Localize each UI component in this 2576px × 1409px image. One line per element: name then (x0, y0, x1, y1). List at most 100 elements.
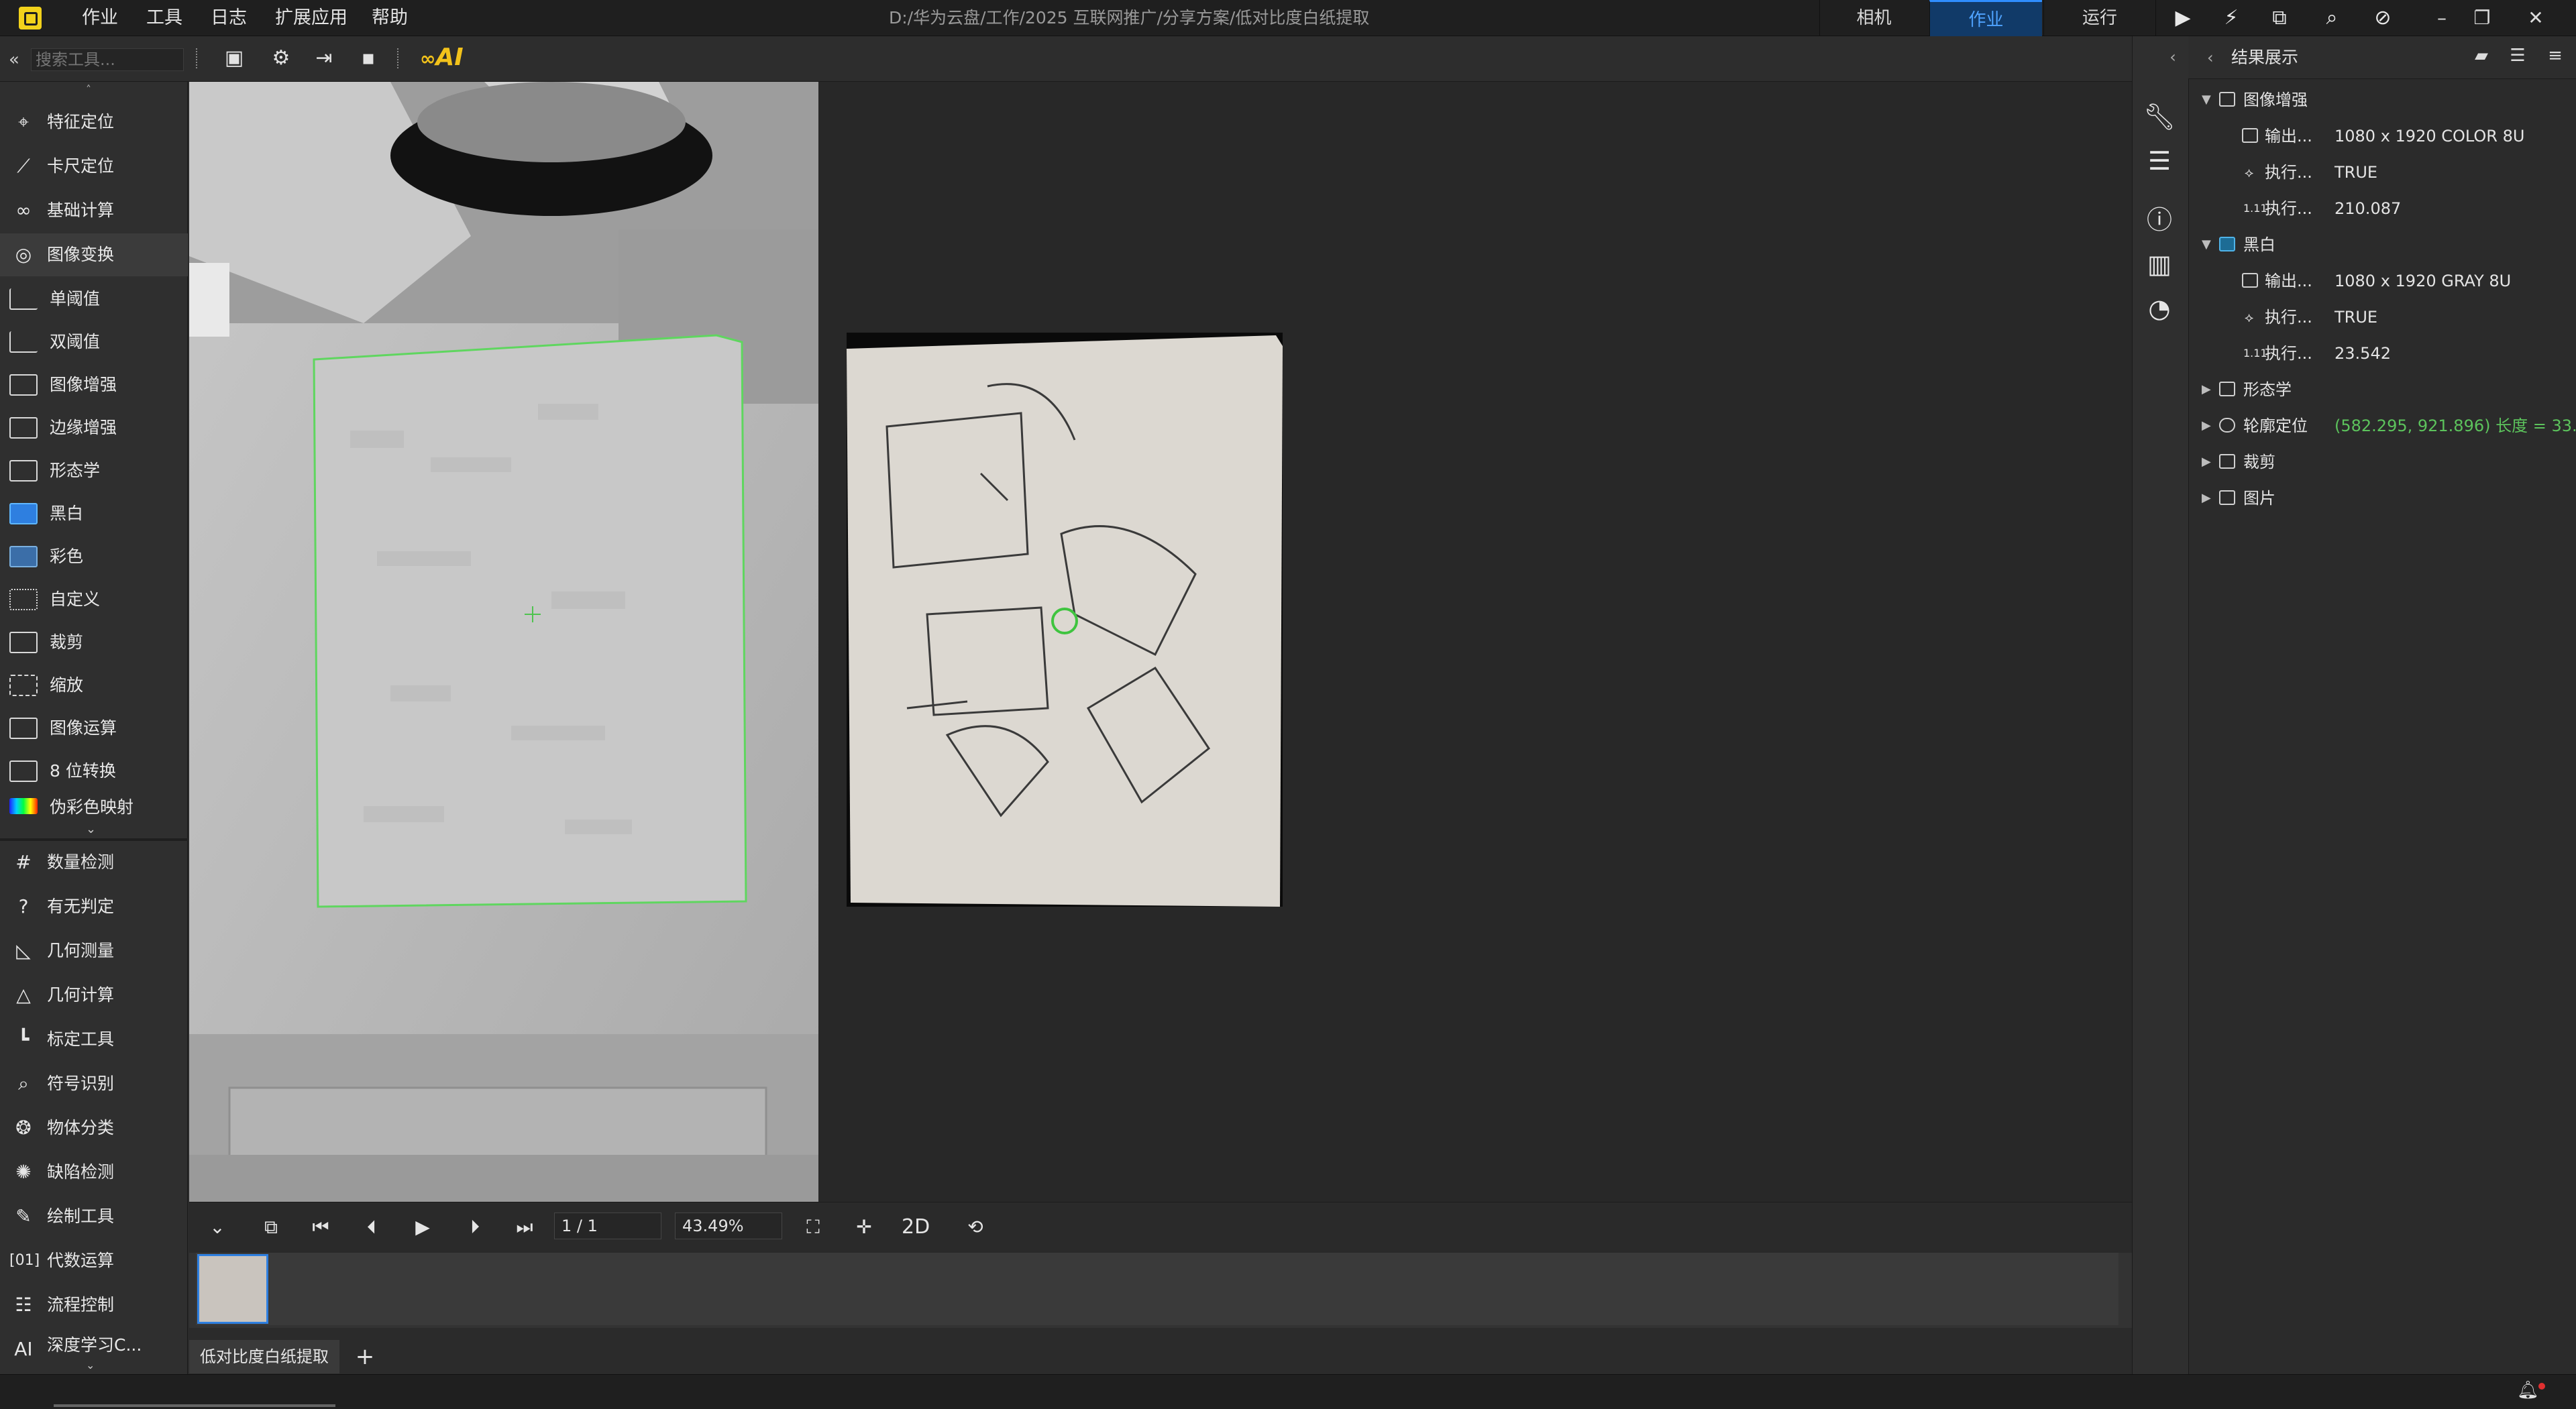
sidebar-item-symbol-recog[interactable]: ⌕ 符号识别 (0, 1062, 188, 1105)
info-icon[interactable]: ⓘ (2141, 203, 2178, 237)
collapse-panel-icon[interactable]: ‹ (2207, 46, 2214, 70)
expanded-arrow-icon[interactable]: ▼ (2202, 82, 2211, 118)
close-button[interactable]: ✕ (2516, 0, 2556, 36)
image-source-icon[interactable]: ▣ (220, 46, 248, 71)
sidebar-item-geometry-calc[interactable]: △ 几何计算 (0, 974, 188, 1017)
horizontal-scrollbar[interactable] (54, 1404, 335, 1407)
page-counter-input[interactable]: 1 / 1 (554, 1213, 661, 1239)
collapse-right-icon[interactable]: ‹ (2163, 47, 2182, 67)
sidebar-subitem-morphology[interactable]: 形态学 (0, 449, 188, 492)
tab-flow[interactable]: 低对比度白纸提取 (189, 1340, 339, 1373)
tree-leaf-exec-time[interactable]: 1.11 执行... 210.087 (2188, 190, 2576, 227)
sidebar-subitem-color[interactable]: 彩色 (0, 535, 188, 578)
expanded-arrow-icon[interactable]: ▼ (2202, 227, 2211, 263)
wrench-icon[interactable]: 🔧︎ (2141, 99, 2178, 134)
tree-node-contour-locate[interactable]: ▶ 轮廓定位 (582.295, 921.896) 长度 = 33... (2188, 408, 2576, 444)
tab-run[interactable]: 运行 (2043, 0, 2156, 36)
sidebar-subitem-black-white[interactable]: 黑白 (0, 492, 188, 535)
fit-screen-icon[interactable]: ⛶ (800, 1215, 826, 1239)
tree-node-image-enhance[interactable]: ▼ 图像增强 (2188, 82, 2576, 118)
menu-extensions[interactable]: 扩展应用 (275, 0, 347, 36)
sidebar-item-image-transform[interactable]: ◎ 图像变换 (0, 233, 188, 276)
menu-log[interactable]: 日志 (211, 0, 247, 36)
sidebar-item-calibration[interactable]: ┗ 标定工具 (0, 1018, 188, 1061)
bell-icon[interactable]: 🔔︎ (2517, 1380, 2539, 1400)
first-frame-icon[interactable]: ⏮ (307, 1215, 334, 1239)
ai-assistant-button[interactable]: ∞AI (420, 44, 464, 71)
sidebar-item-defect-detect[interactable]: ✺ 缺陷检测 (0, 1151, 188, 1194)
sidebar-subitem-crop[interactable]: 裁剪 (0, 621, 188, 664)
tree-node-picture[interactable]: ▶ 图片 (2188, 480, 2576, 516)
sidebar-subitem-8bit-convert[interactable]: 8 位转换 (0, 750, 188, 793)
lightning-icon[interactable]: ⚡ (2220, 7, 2242, 29)
source-image-view[interactable] (189, 82, 818, 1202)
sidebar-subitem-image-enhance[interactable]: 图像增强 (0, 363, 188, 406)
tool-search-input[interactable] (31, 48, 184, 71)
sidebar-item-deep-learning[interactable]: AI 深度学习C... (0, 1328, 188, 1360)
add-tab-button[interactable]: + (349, 1340, 381, 1373)
export-icon[interactable]: ⇥ (310, 46, 338, 71)
sidebar-item-geometry-measure[interactable]: ◺ 几何测量 (0, 929, 188, 972)
run-icon[interactable]: ▶ (2172, 7, 2194, 29)
sidebar-subitem-double-threshold[interactable]: 双阈值 (0, 321, 188, 363)
folder-icon[interactable]: ▰ (2470, 44, 2493, 67)
tree-leaf-output[interactable]: 输出... 1080 x 1920 COLOR 8U (2188, 118, 2576, 154)
sidebar-item-feature-locate[interactable]: ⌖ 特征定位 (0, 101, 188, 144)
view-2d-button[interactable]: 2D (902, 1215, 930, 1239)
menu-job[interactable]: 作业 (82, 0, 118, 36)
sidebar-item-algebra[interactable]: [01] 代数运算 (0, 1239, 188, 1282)
collapse-sidebar-icon[interactable]: « (4, 48, 24, 71)
sidebar-item-count-detect[interactable]: # 数量检测 (0, 841, 188, 884)
gauge-icon[interactable]: ◔ (2141, 291, 2178, 326)
tree-node-black-white[interactable]: ▼ 黑白 (2188, 227, 2576, 263)
collapsed-arrow-icon[interactable]: ▶ (2202, 480, 2211, 516)
scroll-down-icon[interactable]: ⌄ (86, 1359, 95, 1371)
result-image-view[interactable] (847, 333, 1283, 907)
zoom-input[interactable]: 43.49% (675, 1213, 782, 1239)
sync-icon[interactable]: ⟲ (962, 1215, 989, 1239)
restore-button[interactable]: ❐ (2462, 0, 2502, 36)
scroll-up-icon[interactable]: ˄ (86, 83, 91, 96)
sidebar-subitem-edge-enhance[interactable]: 边缘增强 (0, 406, 188, 449)
image-thumbnail[interactable] (197, 1254, 268, 1324)
sidebar-item-flow-control[interactable]: ☷ 流程控制 (0, 1284, 188, 1327)
menu-help[interactable]: 帮助 (372, 0, 408, 36)
tree-leaf-exec-result[interactable]: ⟡ 执行... TRUE (2188, 154, 2576, 190)
menu-tools[interactable]: 工具 (146, 0, 182, 36)
collapse-all-icon[interactable]: ☰ (2506, 44, 2529, 67)
search-icon[interactable]: ⌕ (2321, 7, 2343, 29)
tree-leaf-output[interactable]: 输出... 1080 x 1920 GRAY 8U (2188, 263, 2576, 299)
gear-icon[interactable]: ⚙ (267, 46, 295, 71)
menu-icon[interactable]: ≡ (2544, 44, 2567, 67)
minimize-button[interactable]: – (2422, 0, 2462, 36)
save-icon[interactable]: ▪ (354, 46, 382, 71)
tab-job[interactable]: 作业 (1929, 0, 2042, 36)
user-off-icon[interactable]: ⊘ (2372, 7, 2394, 29)
tree-node-morphology[interactable]: ▶ 形态学 (2188, 372, 2576, 408)
sidebar-item-object-classify[interactable]: ❂ 物体分类 (0, 1107, 188, 1149)
tree-leaf-exec-time[interactable]: 1.11 执行... 23.542 (2188, 335, 2576, 372)
sidebar-subitem-pseudo-color[interactable]: 伪彩色映射 (0, 793, 188, 825)
sidebar-subitem-custom[interactable]: 自定义 (0, 578, 188, 621)
prev-frame-icon[interactable]: ⏴ (358, 1215, 385, 1239)
expand-panel-icon[interactable]: ⌄ (204, 1215, 231, 1239)
tab-camera[interactable]: 相机 (1819, 0, 1928, 36)
sidebar-subitem-image-arith[interactable]: 图像运算 (0, 707, 188, 750)
chart-icon[interactable]: ▥ (2141, 247, 2178, 282)
collapsed-arrow-icon[interactable]: ▶ (2202, 444, 2211, 480)
scroll-down-icon[interactable]: ⌄ (86, 822, 96, 836)
sidebar-item-basic-calc[interactable]: ∞ 基础计算 (0, 189, 188, 232)
crosshair-icon[interactable]: ✛ (851, 1215, 877, 1239)
sidebar-item-presence-check[interactable]: ? 有无判定 (0, 885, 188, 928)
last-frame-icon[interactable]: ⏭ (511, 1215, 538, 1239)
play-icon[interactable]: ▶ (409, 1215, 436, 1239)
image-list-icon[interactable]: ⧉ (258, 1215, 284, 1239)
next-frame-icon[interactable]: ⏵ (462, 1215, 488, 1239)
save-all-icon[interactable]: ⧉ (2269, 7, 2290, 29)
sidebar-subitem-scale[interactable]: 缩放 (0, 664, 188, 707)
tree-node-crop[interactable]: ▶ 裁剪 (2188, 444, 2576, 480)
sidebar-subitem-single-threshold[interactable]: 单阈值 (0, 278, 188, 321)
sidebar-item-draw-tools[interactable]: ✎ 绘制工具 (0, 1195, 188, 1238)
collapsed-arrow-icon[interactable]: ▶ (2202, 372, 2211, 408)
tree-leaf-exec-result[interactable]: ⟡ 执行... TRUE (2188, 299, 2576, 335)
